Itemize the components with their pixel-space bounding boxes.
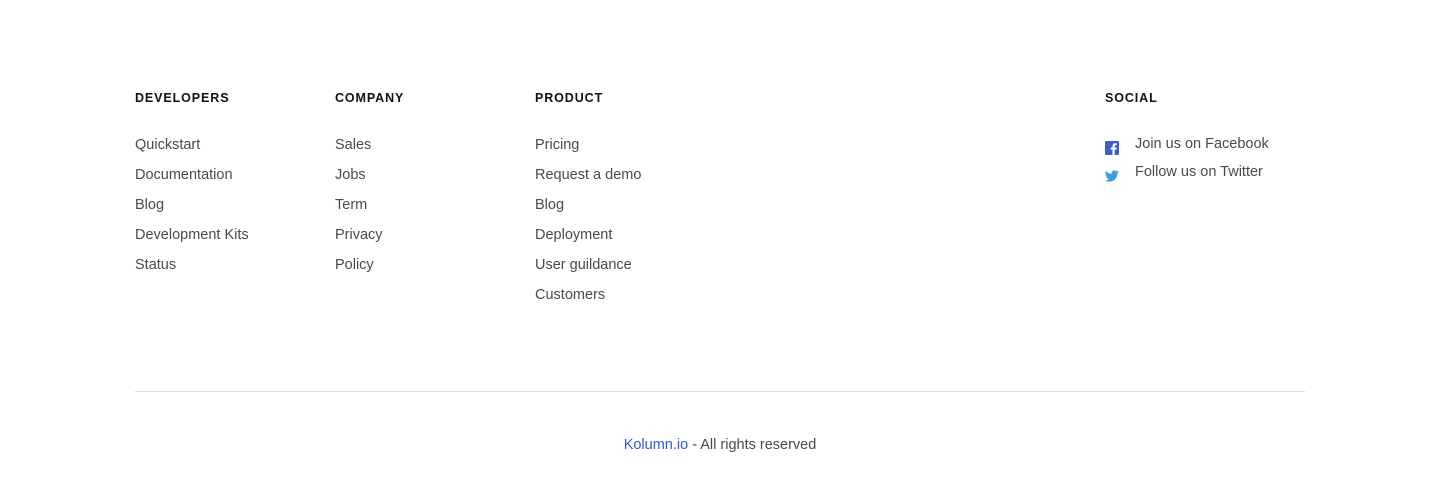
facebook-link[interactable]: Join us on Facebook [1105, 130, 1269, 158]
link-sales[interactable]: Sales [335, 130, 404, 160]
link-user-guidance[interactable]: User guildance [535, 250, 641, 280]
link-policy[interactable]: Policy [335, 250, 404, 280]
link-development-kits[interactable]: Development Kits [135, 220, 249, 250]
link-request-demo[interactable]: Request a demo [535, 160, 641, 190]
twitter-link[interactable]: Follow us on Twitter [1104, 158, 1269, 186]
link-product-blog[interactable]: Blog [535, 190, 641, 220]
link-privacy[interactable]: Privacy [335, 220, 404, 250]
link-jobs[interactable]: Jobs [335, 160, 404, 190]
copyright-line: Kolumn.io - All rights reserved [135, 436, 1305, 454]
site-footer: DEVELOPERS Quickstart Documentation Blog… [135, 0, 1305, 504]
link-customers[interactable]: Customers [535, 280, 641, 310]
company-column: COMPANY Sales Jobs Term Privacy Policy [335, 90, 404, 280]
product-column: PRODUCT Pricing Request a demo Blog Depl… [535, 90, 641, 310]
social-links: Join us on Facebook Follow us on Twitter [1104, 130, 1269, 186]
link-term[interactable]: Term [335, 190, 404, 220]
facebook-icon [1105, 137, 1119, 155]
link-blog[interactable]: Blog [135, 190, 249, 220]
copyright-text: - All rights reserved [688, 437, 817, 453]
footer-divider [135, 391, 1305, 392]
social-column: SOCIAL Join us on Facebook Follow us on [1104, 90, 1269, 186]
link-quickstart[interactable]: Quickstart [135, 130, 249, 160]
facebook-link-label: Join us on Facebook [1135, 136, 1269, 152]
product-heading: PRODUCT [535, 91, 604, 105]
link-pricing[interactable]: Pricing [535, 130, 641, 160]
social-heading: SOCIAL [1105, 91, 1158, 105]
company-heading: COMPANY [335, 91, 405, 105]
developers-column: DEVELOPERS Quickstart Documentation Blog… [135, 90, 249, 280]
twitter-link-label: Follow us on Twitter [1135, 164, 1263, 180]
link-deployment[interactable]: Deployment [535, 220, 641, 250]
link-status[interactable]: Status [135, 250, 249, 280]
company-links: Sales Jobs Term Privacy Policy [335, 130, 404, 280]
twitter-icon [1104, 165, 1119, 182]
link-documentation[interactable]: Documentation [135, 160, 249, 190]
developers-links: Quickstart Documentation Blog Developmen… [135, 130, 249, 280]
developers-heading: DEVELOPERS [135, 91, 230, 105]
brand-link[interactable]: Kolumn.io [624, 437, 688, 453]
product-links: Pricing Request a demo Blog Deployment U… [535, 130, 641, 310]
